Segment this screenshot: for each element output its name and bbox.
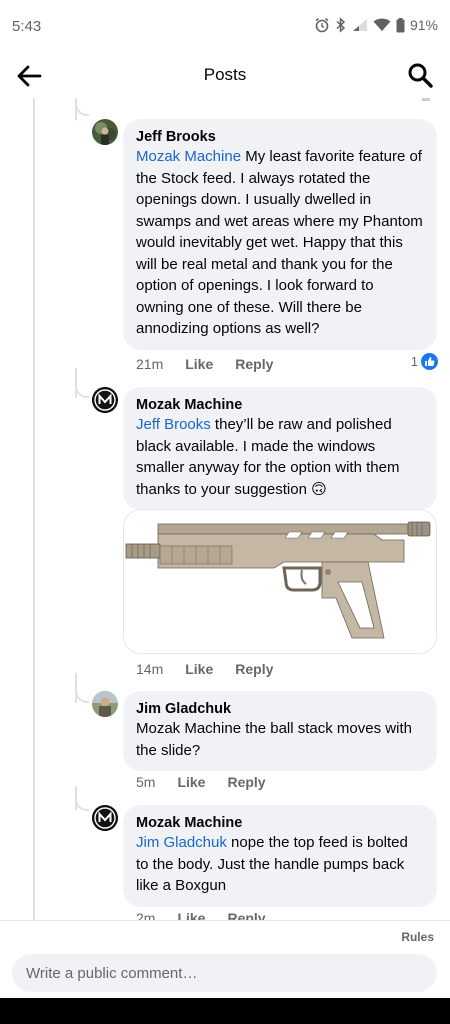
comment-author[interactable]: Mozak Machine [136, 814, 424, 832]
comment-bubble[interactable]: Mozak Machine Jim Gladchuk nope the top … [123, 805, 437, 907]
comment-bubble[interactable]: Jim Gladchuk Mozak Machine the ball stac… [123, 691, 437, 771]
comment-actions: 14m Like Reply [136, 661, 273, 677]
battery-icon [396, 17, 405, 33]
top-nav: Posts [0, 52, 450, 98]
like-button[interactable]: Like [185, 356, 213, 372]
thread-line [33, 98, 35, 920]
status-bar: 5:43 91% [0, 0, 450, 52]
status-icons: 91% [314, 17, 438, 33]
avatar[interactable] [92, 387, 118, 413]
wifi-icon [373, 18, 391, 32]
search-icon [408, 63, 433, 88]
reply-connector [75, 102, 89, 116]
comment-image-attachment[interactable] [123, 509, 437, 654]
reply-button[interactable]: Reply [235, 356, 273, 372]
comment-text: Jeff Brooks they’ll be raw and polished … [136, 414, 424, 500]
comment-author[interactable]: Mozak Machine [136, 396, 424, 414]
comment-text: Jim Gladchuk nope the top feed is bolted… [136, 832, 424, 897]
like-button[interactable]: Like [185, 661, 213, 677]
reply-button[interactable]: Reply [227, 910, 265, 920]
battery-percent: 91% [409, 17, 438, 33]
reply-connector [75, 384, 89, 398]
comment-author[interactable]: Jim Gladchuk [136, 700, 424, 718]
search-button[interactable] [406, 61, 434, 89]
avatar[interactable] [92, 119, 118, 145]
comment-time: 5m [136, 774, 156, 790]
alarm-icon [314, 17, 330, 33]
comment-body: My least favorite feature of the Stock f… [136, 148, 423, 337]
comments-list[interactable]: Jeff Brooks Mozak Machine My least favor… [0, 98, 450, 920]
comment-bubble[interactable]: Mozak Machine Jeff Brooks they’ll be raw… [123, 387, 437, 510]
avatar[interactable] [92, 805, 118, 831]
signal-icon [352, 18, 368, 32]
comment-input[interactable] [12, 954, 437, 992]
reaction-number: 1 [410, 354, 418, 369]
like-button[interactable]: Like [177, 910, 205, 920]
comment-time: 2m [136, 910, 156, 920]
thumbs-up-icon [421, 353, 438, 370]
comment-bubble[interactable]: Jeff Brooks Mozak Machine My least favor… [123, 119, 437, 350]
system-nav-bar [0, 998, 450, 1024]
comment-actions: 2m Like Reply [136, 910, 266, 920]
like-button[interactable]: Like [177, 774, 205, 790]
status-time: 5:43 [12, 18, 42, 35]
cut-off-reaction [422, 98, 430, 101]
comment-actions: 21m Like Reply [136, 356, 273, 372]
comment-text: Mozak Machine My least favorite feature … [136, 146, 424, 340]
reply-connector [75, 689, 89, 703]
reply-button[interactable]: Reply [235, 661, 273, 677]
mention-link[interactable]: Jeff Brooks [136, 416, 211, 433]
comment-body: Mozak Machine the ball stack moves with … [136, 720, 412, 759]
reply-button[interactable]: Reply [227, 774, 265, 790]
reply-connector [75, 797, 89, 811]
comment-author[interactable]: Jeff Brooks [136, 128, 424, 146]
page-title: Posts [203, 65, 247, 84]
reaction-count[interactable]: 1 [411, 353, 438, 370]
bluetooth-icon [335, 17, 347, 33]
avatar[interactable] [92, 691, 118, 717]
boxgun-render-image [124, 510, 436, 653]
mention-link[interactable]: Mozak Machine [136, 148, 241, 165]
comment-actions: 5m Like Reply [136, 774, 266, 790]
mention-link[interactable]: Jim Gladchuk [136, 834, 227, 851]
rules-link[interactable]: Rules [401, 930, 434, 944]
comment-time: 21m [136, 356, 164, 372]
divider [0, 920, 450, 921]
comment-time: 14m [136, 661, 164, 677]
